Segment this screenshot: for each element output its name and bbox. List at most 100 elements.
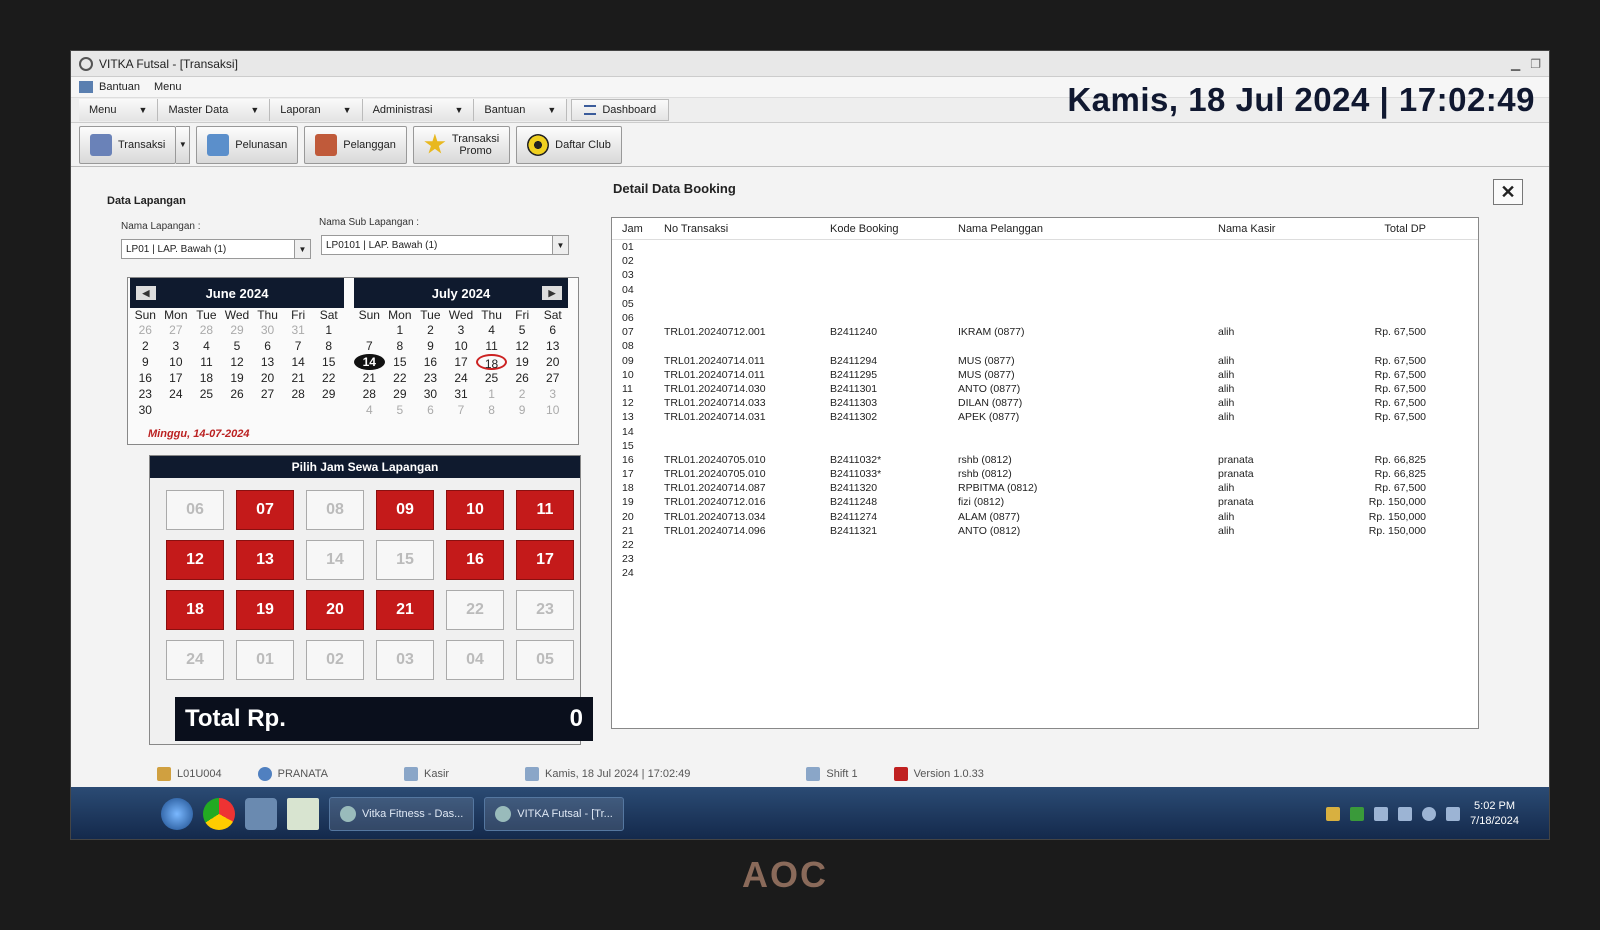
calendar-day[interactable]: 25 — [191, 386, 222, 402]
table-row[interactable]: 02 — [612, 254, 1478, 268]
calendar-day[interactable]: 26 — [507, 370, 538, 386]
task-vitka-futsal[interactable]: VITKA Futsal - [Tr... — [484, 797, 624, 831]
jam-slot-05[interactable]: 05 — [516, 640, 574, 680]
jam-slot-18[interactable]: 18 — [166, 590, 224, 630]
table-row[interactable]: 20 TRL01.20240713.034 B2411274 ALAM (0877) a… — [612, 510, 1478, 524]
battery-icon[interactable] — [1422, 807, 1437, 821]
table-row[interactable]: 22 — [612, 538, 1478, 552]
volume-icon[interactable] — [1374, 807, 1389, 821]
table-row[interactable]: 14 — [612, 424, 1478, 438]
nama-sub-select[interactable]: LP0101 | LAP. Bawah (1) ▼ — [321, 235, 569, 255]
table-row[interactable]: 21 TRL01.20240714.096 B2411321 ANTO (0812) a… — [612, 524, 1478, 538]
jam-slot-10[interactable]: 10 — [446, 490, 504, 530]
calendar-day[interactable]: 5 — [385, 402, 416, 418]
calendar-day[interactable]: 16 — [130, 370, 161, 386]
table-row[interactable]: 23 — [612, 552, 1478, 566]
calendar-day[interactable]: 30 — [252, 322, 283, 338]
jam-slot-23[interactable]: 23 — [516, 590, 574, 630]
calendar-day[interactable]: 16 — [415, 354, 446, 370]
transaksi-button[interactable]: Transaksi — [79, 125, 177, 164]
calendar-day[interactable]: 13 — [252, 354, 283, 370]
calendar-day[interactable]: 5 — [222, 338, 253, 354]
calendar-day[interactable]: 26 — [130, 322, 161, 338]
jam-slot-11[interactable]: 11 — [516, 490, 574, 530]
nama-lapangan-select[interactable]: LP01 | LAP. Bawah (1) ▼ — [121, 239, 311, 259]
calendar-day[interactable]: 4 — [191, 338, 222, 354]
jam-slot-03[interactable]: 03 — [376, 640, 434, 680]
calendar-day[interactable]: 17 — [446, 354, 477, 370]
jam-slot-06[interactable]: 06 — [166, 490, 224, 530]
calendar-day[interactable]: 11 — [191, 354, 222, 370]
calendar-day[interactable]: 7 — [446, 402, 477, 418]
calendar-day[interactable]: 12 — [507, 338, 538, 354]
calendar-day[interactable]: 20 — [537, 354, 568, 370]
calendar-day[interactable]: 24 — [161, 386, 192, 402]
transaksi-promo-button[interactable]: Transaksi Promo — [412, 125, 511, 164]
calendar-day[interactable]: 9 — [130, 354, 161, 370]
calendar-day[interactable]: 5 — [507, 322, 538, 338]
calendar-day[interactable]: 29 — [385, 386, 416, 402]
calendar-day[interactable]: 21 — [354, 370, 385, 386]
calendar-day[interactable]: 13 — [537, 338, 568, 354]
jam-slot-17[interactable]: 17 — [516, 540, 574, 580]
calendar-day[interactable]: 8 — [313, 338, 344, 354]
jam-slot-15[interactable]: 15 — [376, 540, 434, 580]
calendar-day[interactable]: 8 — [476, 402, 507, 418]
calendar-day[interactable]: 22 — [385, 370, 416, 386]
folder-icon[interactable] — [1326, 807, 1341, 821]
calendar-day[interactable]: 27 — [537, 370, 568, 386]
jam-slot-04[interactable]: 04 — [446, 640, 504, 680]
calendar-day[interactable]: 3 — [537, 386, 568, 402]
table-row[interactable]: 16 TRL01.20240705.010 B2411032* rshb (0812)… — [612, 453, 1478, 467]
calendar-day[interactable]: 14 — [354, 354, 385, 370]
calendar-day[interactable]: 6 — [252, 338, 283, 354]
calendar-day[interactable]: 17 — [161, 370, 192, 386]
calendar-day[interactable]: 31 — [283, 322, 314, 338]
calendar-day[interactable]: 30 — [415, 386, 446, 402]
calendar-day[interactable]: 28 — [283, 386, 314, 402]
calendar-day[interactable]: 15 — [385, 354, 416, 370]
jam-slot-16[interactable]: 16 — [446, 540, 504, 580]
calendar-day[interactable]: 23 — [415, 370, 446, 386]
calendar-day[interactable]: 10 — [161, 354, 192, 370]
calendar-day[interactable]: 6 — [537, 322, 568, 338]
tray-clock[interactable]: 5:02 PM 7/18/2024 — [1470, 799, 1519, 829]
table-row[interactable]: 01 — [612, 240, 1478, 254]
pelunasan-button[interactable]: Pelunasan — [196, 125, 299, 164]
start-button-icon[interactable] — [161, 798, 193, 830]
users-app-icon[interactable] — [245, 798, 277, 830]
nav-bantuan[interactable]: Bantuan ▼ — [474, 99, 568, 121]
minimize-icon[interactable]: ▁ — [1511, 57, 1520, 71]
chrome-icon[interactable] — [203, 798, 235, 830]
jam-slot-13[interactable]: 13 — [236, 540, 294, 580]
calendar-day[interactable]: 2 — [507, 386, 538, 402]
jam-slot-09[interactable]: 09 — [376, 490, 434, 530]
calendar-day[interactable]: 22 — [313, 370, 344, 386]
table-row[interactable]: 10 TRL01.20240714.011 B2411295 MUS (0877) al… — [612, 368, 1478, 382]
calendar-day[interactable]: 10 — [446, 338, 477, 354]
prev-month-icon[interactable]: ◀ — [136, 286, 156, 300]
table-row[interactable]: 11 TRL01.20240714.030 B2411301 ANTO (0877) a… — [612, 382, 1478, 396]
calendar-day[interactable]: 11 — [476, 338, 507, 354]
jam-slot-02[interactable]: 02 — [306, 640, 364, 680]
nav-administrasi[interactable]: Administrasi ▼ — [362, 99, 475, 121]
calendar-day[interactable]: 19 — [507, 354, 538, 370]
jam-slot-12[interactable]: 12 — [166, 540, 224, 580]
calendar-day[interactable]: 29 — [222, 322, 253, 338]
jam-slot-24[interactable]: 24 — [166, 640, 224, 680]
calendar-day[interactable]: 23 — [130, 386, 161, 402]
calendar-day[interactable]: 30 — [130, 402, 161, 418]
calendar-day[interactable]: 9 — [507, 402, 538, 418]
transaksi-dropdown[interactable]: ▼ — [176, 125, 191, 164]
flag-icon[interactable] — [1446, 807, 1461, 821]
calendar-day[interactable]: 12 — [222, 354, 253, 370]
calendar-day[interactable]: 21 — [283, 370, 314, 386]
nav-master-data[interactable]: Master Data ▼ — [158, 99, 271, 121]
calendar-day[interactable]: 3 — [446, 322, 477, 338]
calendar-day[interactable]: 28 — [191, 322, 222, 338]
dashboard-button[interactable]: Dashboard — [571, 99, 670, 121]
calendar-day[interactable]: 14 — [283, 354, 314, 370]
calendar-day[interactable]: 24 — [446, 370, 477, 386]
calendar-day[interactable]: 4 — [476, 322, 507, 338]
table-row[interactable]: 04 — [612, 283, 1478, 297]
